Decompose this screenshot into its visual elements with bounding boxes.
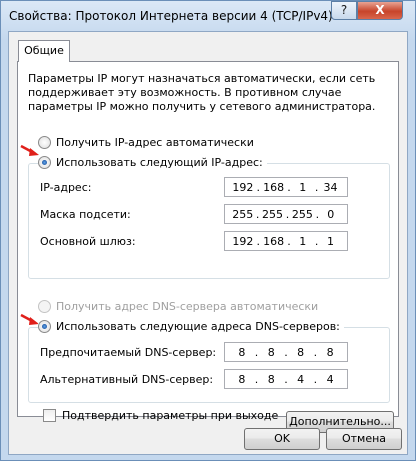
octet-separator: . <box>256 180 261 194</box>
window-title: Свойства: Протокол Интернета версии 4 (T… <box>9 9 333 23</box>
octet-separator: . <box>284 372 288 386</box>
ip-octet-4: 34 <box>323 180 338 194</box>
octet-separator: . <box>287 180 291 194</box>
radio-dns-auto-label: Получить адрес DNS-сервера автоматически <box>56 300 319 313</box>
octet-separator: . <box>285 207 290 221</box>
radio-ip-manual-label: Использовать следующий IP-адрес: <box>56 156 263 169</box>
ok-button[interactable]: OK <box>244 428 320 450</box>
dns1-octet-2: 8 <box>267 345 275 359</box>
description-text: Параметры IP могут назначаться автоматич… <box>28 72 376 113</box>
octet-separator: . <box>255 207 260 221</box>
validate-label: Подтвердить параметры при выходе <box>62 409 279 422</box>
alternate-dns-input[interactable]: 8. 8. 4. 4 <box>224 369 348 389</box>
ip-octet-2: 168 <box>263 180 285 194</box>
dns1-octet-3: 8 <box>297 345 305 359</box>
gw-octet-3: 1 <box>299 234 307 248</box>
gw-octet-1: 192 <box>232 234 254 248</box>
dns1-octet-4: 8 <box>326 345 334 359</box>
octet-separator: . <box>315 207 320 221</box>
octet-separator: . <box>287 234 291 248</box>
octet-separator: . <box>313 345 318 359</box>
tab-general[interactable]: Общие <box>18 40 70 62</box>
cancel-button[interactable]: Отмена <box>326 428 402 450</box>
mask-octet-4: 0 <box>327 207 335 221</box>
radio-dns-manual-circle[interactable] <box>38 320 51 333</box>
octet-separator: . <box>314 180 319 194</box>
octet-separator: . <box>313 372 318 386</box>
ip-octet-3: 1 <box>299 180 307 194</box>
octet-separator: . <box>254 372 259 386</box>
dns2-octet-1: 8 <box>238 372 246 386</box>
radio-ip-manual[interactable]: Использовать следующий IP-адрес: <box>38 156 267 169</box>
octet-separator: . <box>256 234 261 248</box>
subnet-mask-input[interactable]: 255. 255. 255. 0 <box>224 204 348 224</box>
radio-ip-auto-label: Получить IP-адрес автоматически <box>56 136 254 149</box>
octet-separator: . <box>284 345 288 359</box>
ip-address-input[interactable]: 192. 168. 1. 34 <box>224 177 348 197</box>
octet-separator: . <box>314 234 319 248</box>
dns1-octet-1: 8 <box>238 345 246 359</box>
preferred-dns-label: Предпочитаемый DNS-сервер: <box>40 346 217 359</box>
radio-ip-auto[interactable]: Получить IP-адрес автоматически <box>38 136 258 149</box>
dialog-client-area: Общие Параметры IP могут назначаться авт… <box>8 31 408 455</box>
dns2-octet-3: 4 <box>297 372 305 386</box>
radio-dns-auto[interactable]: Получить адрес DNS-сервера автоматически <box>38 300 323 313</box>
title-bar[interactable]: Свойства: Протокол Интернета версии 4 (T… <box>1 1 415 31</box>
radio-dns-auto-circle[interactable] <box>38 300 51 313</box>
close-button[interactable]: X <box>357 1 403 20</box>
ip-address-label: IP-адрес: <box>40 181 92 194</box>
ip-octet-1: 192 <box>232 180 254 194</box>
help-button[interactable]: ? <box>331 1 357 20</box>
radio-ip-manual-circle[interactable] <box>38 156 51 169</box>
gateway-label: Основной шлюз: <box>40 235 136 248</box>
dns2-octet-2: 8 <box>267 372 275 386</box>
mask-octet-3: 255 <box>291 207 313 221</box>
dialog-window: Свойства: Протокол Интернета версии 4 (T… <box>0 0 416 461</box>
alternate-dns-label: Альтернативный DNS-сервер: <box>40 373 214 386</box>
gateway-input[interactable]: 192. 168. 1. 1 <box>224 231 348 251</box>
radio-dns-manual-label: Использовать следующие адреса DNS-сервер… <box>56 320 340 333</box>
octet-separator: . <box>254 345 259 359</box>
gw-octet-2: 168 <box>263 234 285 248</box>
gw-octet-4: 1 <box>326 234 334 248</box>
subnet-mask-label: Маска подсети: <box>40 208 131 221</box>
radio-dns-manual[interactable]: Использовать следующие адреса DNS-сервер… <box>38 320 344 333</box>
dns2-octet-4: 4 <box>326 372 334 386</box>
dns-group-box <box>28 327 390 403</box>
validate-checkbox[interactable] <box>43 409 56 422</box>
mask-octet-2: 255 <box>262 207 284 221</box>
tab-pane-general: Параметры IP могут назначаться автоматич… <box>17 61 399 433</box>
mask-octet-1: 255 <box>232 207 254 221</box>
preferred-dns-input[interactable]: 8. 8. 8. 8 <box>224 342 348 362</box>
